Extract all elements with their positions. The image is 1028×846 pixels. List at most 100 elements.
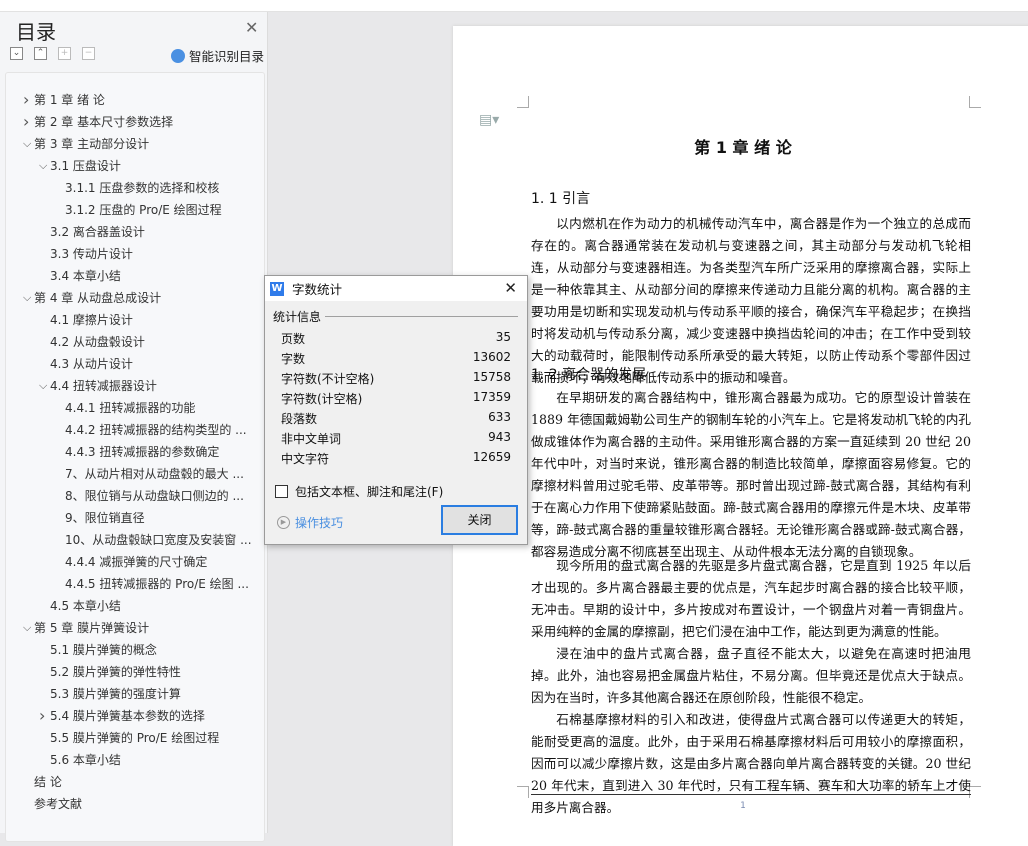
dialog-close-icon[interactable]: ✕ xyxy=(504,279,517,297)
toc-item-label: 3.1.2 压盘的 Pro/E 绘图过程 xyxy=(65,203,222,217)
toc-sidebar: 目录 ✕ ⌄ ⌃ + − 智能识别目录 › 第 1 章 绪 论 › 第 2 章 基本尺… xyxy=(0,12,268,842)
toc-item[interactable]: › 第 2 章 基本尺寸参数选择 xyxy=(6,111,264,133)
document-icon[interactable]: ▤▾ xyxy=(479,112,499,128)
group-label: 统计信息 xyxy=(273,310,322,324)
toc-item[interactable]: 5.2 膜片弹簧的弹性特性 xyxy=(6,661,264,683)
toc-item[interactable]: ⌵ 4.4 扭转减振器设计 xyxy=(6,375,264,397)
toc-item-label: 第 3 章 主动部分设计 xyxy=(34,137,150,151)
document-page: ▤▾ 第 1 章 绪 论 1. 1 引言 以内燃机在作为动力的机械传动汽车中，离… xyxy=(453,26,1028,846)
paragraph: 浸在油中的盘片式离合器，盘子直径不能太大，以避免在高速时把油甩掉。此外，油也容易… xyxy=(531,646,971,705)
toc-item-label: 8、限位销与从动盘缺口侧边的 ... xyxy=(65,489,244,503)
toc-item-label: 7、从动片相对从动盘毂的最大 ... xyxy=(65,467,244,481)
toc-item[interactable]: 4.2 从动盘毂设计 xyxy=(6,331,264,353)
section-heading: 1. 1 引言 xyxy=(531,191,591,207)
add-heading-icon[interactable]: + xyxy=(58,47,71,60)
chevron-down-icon[interactable]: ⌵ xyxy=(39,375,49,397)
stat-value: 943 xyxy=(488,430,511,444)
toc-item[interactable]: 4.4.2 扭转减振器的结构类型的 ... xyxy=(6,419,264,441)
stat-row: 中文字符 12659 xyxy=(281,450,511,467)
toc-item-label: 5.5 膜片弹簧的 Pro/E 绘图过程 xyxy=(50,731,220,745)
remove-heading-icon[interactable]: − xyxy=(82,47,95,60)
checkbox-box[interactable] xyxy=(275,485,288,498)
toc-item-label: 3.3 传动片设计 xyxy=(50,247,133,261)
toc-item[interactable]: 4.4.3 扭转减振器的参数确定 xyxy=(6,441,264,463)
stat-value: 35 xyxy=(495,330,511,344)
close-button[interactable]: 关闭 xyxy=(441,505,518,535)
smart-icon xyxy=(171,48,185,63)
toc-item[interactable]: 3.4 本章小结 xyxy=(6,265,264,287)
toc-item[interactable]: ⌵ 第 3 章 主动部分设计 xyxy=(6,133,264,155)
toc-item-label: 4.4.3 扭转减振器的参数确定 xyxy=(65,445,220,459)
chevron-down-icon[interactable]: ⌵ xyxy=(39,155,49,177)
expand-all-icon[interactable]: ⌄ xyxy=(10,47,23,60)
footer-line xyxy=(531,794,971,795)
stat-value: 633 xyxy=(488,410,511,424)
toc-item[interactable]: › 第 1 章 绪 论 xyxy=(6,89,264,111)
stat-row: 字符数(计空格) 17359 xyxy=(281,390,511,407)
toc-item[interactable]: 9、限位销直径 xyxy=(6,507,264,529)
toc-item[interactable]: 5.3 膜片弹簧的强度计算 xyxy=(6,683,264,705)
collapse-all-icon[interactable]: ⌃ xyxy=(34,47,47,60)
stat-label: 字符数(不计空格) xyxy=(281,372,375,386)
toc-item[interactable]: 4.3 从动片设计 xyxy=(6,353,264,375)
smart-toc-label: 智能识别目录 xyxy=(189,49,265,64)
toc-item[interactable]: › 5.4 膜片弹簧基本参数的选择 xyxy=(6,705,264,727)
include-textbox-checkbox[interactable]: 包括文本框、脚注和尾注(F) xyxy=(275,483,443,500)
margin-corner xyxy=(969,96,981,108)
toc-item[interactable]: 4.4.5 扭转减振器的 Pro/E 绘图 ... xyxy=(6,573,264,595)
paragraph: 在早期研发的离合器结构中，锥形离合器最为成功。它的原型设计曾装在 1889 年德… xyxy=(531,390,971,559)
toc-item[interactable]: 5.6 本章小结 xyxy=(6,749,264,771)
toc-item[interactable]: 3.1.1 压盘参数的选择和校核 xyxy=(6,177,264,199)
toc-item[interactable]: 结 论 xyxy=(6,771,264,793)
toc-item-label: 第 4 章 从动盘总成设计 xyxy=(34,291,162,305)
margin-corner xyxy=(517,786,529,798)
toc-item-label: 4.4.2 扭转减振器的结构类型的 ... xyxy=(65,423,247,437)
toc-item-label: 4.2 从动盘毂设计 xyxy=(50,335,145,349)
toc-item[interactable]: ⌵ 3.1 压盘设计 xyxy=(6,155,264,177)
toc-item[interactable]: 4.4.4 减振弹簧的尺寸确定 xyxy=(6,551,264,573)
toc-item-label: 5.4 膜片弹簧基本参数的选择 xyxy=(50,709,205,723)
toc-item-label: 4.4.5 扭转减振器的 Pro/E 绘图 ... xyxy=(65,577,249,591)
toc-item[interactable]: 5.1 膜片弹簧的概念 xyxy=(6,639,264,661)
chevron-down-icon[interactable]: ⌵ xyxy=(23,617,33,639)
toc-item[interactable]: 4.4.1 扭转减振器的功能 xyxy=(6,397,264,419)
tips-link[interactable]: ▶ 操作技巧 xyxy=(277,514,343,531)
chevron-right-icon[interactable]: › xyxy=(23,111,33,133)
chevron-right-icon[interactable]: › xyxy=(39,705,49,727)
toc-item-label: 4.5 本章小结 xyxy=(50,599,121,613)
chevron-down-icon[interactable]: ⌵ xyxy=(23,133,33,155)
margin-corner xyxy=(517,96,529,108)
toc-item[interactable]: 4.1 摩擦片设计 xyxy=(6,309,264,331)
dialog-title: 字数统计 xyxy=(292,282,343,297)
toc-item[interactable]: 7、从动片相对从动盘毂的最大 ... xyxy=(6,463,264,485)
stat-value: 13602 xyxy=(472,350,511,364)
toc-item-label: 4.4.4 减振弹簧的尺寸确定 xyxy=(65,555,208,569)
stat-row: 页数 35 xyxy=(281,330,511,347)
close-icon[interactable]: ✕ xyxy=(245,18,258,37)
chevron-down-icon[interactable]: ⌵ xyxy=(23,287,33,309)
toc-item[interactable]: 8、限位销与从动盘缺口侧边的 ... xyxy=(6,485,264,507)
group-divider xyxy=(325,316,518,317)
toc-item[interactable]: 3.2 离合器盖设计 xyxy=(6,221,264,243)
toc-item[interactable]: 5.5 膜片弹簧的 Pro/E 绘图过程 xyxy=(6,727,264,749)
toc-item[interactable]: 参考文献 xyxy=(6,793,264,815)
toc-item[interactable]: ⌵ 第 4 章 从动盘总成设计 xyxy=(6,287,264,309)
toc-item[interactable]: 3.1.2 压盘的 Pro/E 绘图过程 xyxy=(6,199,264,221)
toc-item[interactable]: 10、从动盘毂缺口宽度及安装窗 ... xyxy=(6,529,264,551)
toc-item-label: 5.3 膜片弹簧的强度计算 xyxy=(50,687,181,701)
toc-item-label: 3.1.1 压盘参数的选择和校核 xyxy=(65,181,220,195)
section-heading: 1. 2 离合器的发展 xyxy=(531,367,647,383)
chevron-right-icon[interactable]: › xyxy=(23,89,33,111)
toc-item[interactable]: 3.3 传动片设计 xyxy=(6,243,264,265)
chapter-title: 第 1 章 绪 论 xyxy=(694,138,792,157)
toc-item[interactable]: 4.5 本章小结 xyxy=(6,595,264,617)
stat-value: 12659 xyxy=(472,450,511,464)
stat-label: 非中文单词 xyxy=(281,432,342,446)
stat-label: 字符数(计空格) xyxy=(281,392,363,406)
stat-label: 段落数 xyxy=(281,412,318,426)
toc-item[interactable]: ⌵ 第 5 章 膜片弹簧设计 xyxy=(6,617,264,639)
smart-toc-button[interactable]: 智能识别目录 xyxy=(171,46,264,65)
toc-item-label: 第 1 章 绪 论 xyxy=(34,93,105,107)
toc-item-label: 参考文献 xyxy=(34,797,83,811)
toc-item-label: 4.4 扭转减振器设计 xyxy=(50,379,157,393)
